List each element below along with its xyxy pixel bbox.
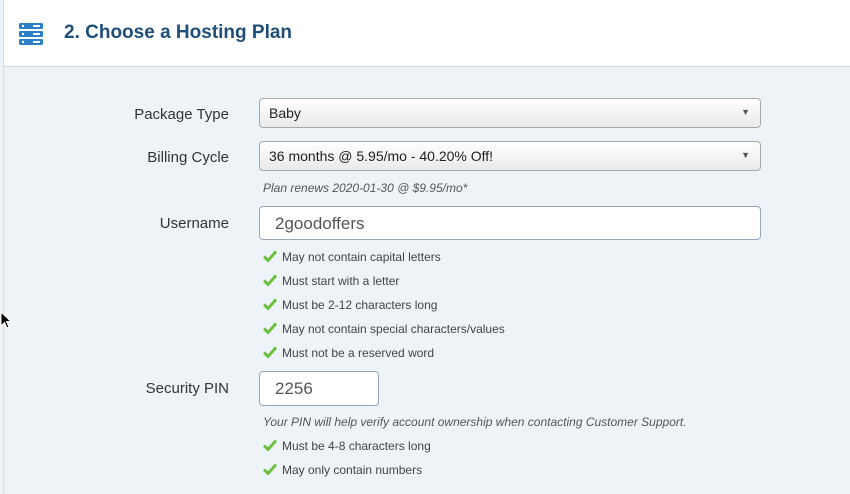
chevron-down-icon: ▼ <box>741 107 750 117</box>
rule-text: Must start with a letter <box>282 274 400 288</box>
hosting-plan-panel: 2. Choose a Hosting Plan Package Type Ba… <box>3 0 850 494</box>
rule-text: May only contain numbers <box>282 463 423 477</box>
check-icon <box>263 439 277 451</box>
billing-cycle-label: Billing Cycle <box>147 149 229 166</box>
check-icon <box>263 274 277 286</box>
rule-text: Must not be a reserved word <box>282 346 435 360</box>
pin-rule: Must be 4-8 characters long <box>263 439 431 453</box>
username-label: Username <box>159 215 229 232</box>
pin-note: Your PIN will help verify account owners… <box>263 415 687 429</box>
renewal-note: Plan renews 2020-01-30 @ $9.95/mo* <box>263 181 468 195</box>
username-rule: Must be 2-12 characters long <box>263 298 437 312</box>
billing-cycle-select[interactable]: 36 months @ 5.95/mo - 40.20% Off! ▼ <box>259 141 761 171</box>
username-rule: May not contain capital letters <box>263 250 441 264</box>
section-header: 2. Choose a Hosting Plan <box>4 0 850 67</box>
security-pin-input[interactable]: 2256 <box>259 371 379 406</box>
username-rule: May not contain special characters/value… <box>263 322 505 336</box>
rule-text: May not contain capital letters <box>282 250 441 264</box>
section-title: 2. Choose a Hosting Plan <box>64 22 293 43</box>
check-icon <box>263 322 277 334</box>
chevron-down-icon: ▼ <box>741 150 750 160</box>
security-pin-label: Security PIN <box>145 380 229 397</box>
security-pin-value: 2256 <box>275 379 313 398</box>
rule-text: Must be 4-8 characters long <box>282 439 431 453</box>
package-type-value: Baby <box>269 105 301 121</box>
mouse-cursor-icon <box>0 311 12 329</box>
check-icon <box>263 346 277 358</box>
pin-rule: May only contain numbers <box>263 463 422 477</box>
rule-text: Must be 2-12 characters long <box>282 298 438 312</box>
rule-text: May not contain special characters/value… <box>282 322 505 336</box>
billing-cycle-value: 36 months @ 5.95/mo - 40.20% Off! <box>269 148 494 164</box>
check-icon <box>263 250 277 262</box>
package-type-select[interactable]: Baby ▼ <box>259 98 761 128</box>
check-icon <box>263 298 277 310</box>
username-value: 2goodoffers <box>275 214 365 233</box>
username-rule: Must not be a reserved word <box>263 346 434 360</box>
check-icon <box>263 463 277 475</box>
username-input[interactable]: 2goodoffers <box>259 206 761 240</box>
username-rule: Must start with a letter <box>263 274 399 288</box>
server-icon <box>19 23 43 45</box>
package-type-label: Package Type <box>134 106 229 123</box>
